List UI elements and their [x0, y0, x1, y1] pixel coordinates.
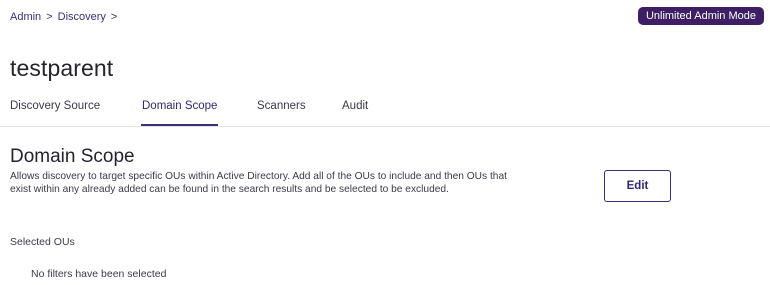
section-title: Domain Scope — [10, 146, 135, 167]
page: Admin > Discovery > Unlimited Admin Mode… — [0, 0, 770, 285]
breadcrumb: Admin > Discovery > — [10, 11, 117, 23]
empty-filters-text: No filters have been selected — [31, 268, 167, 280]
breadcrumb-admin-link[interactable]: Admin — [10, 11, 41, 23]
tab-scanners[interactable]: Scanners — [257, 100, 306, 126]
section-description: Allows discovery to target specific OUs … — [10, 171, 507, 196]
edit-button[interactable]: Edit — [604, 170, 671, 202]
admin-mode-badge[interactable]: Unlimited Admin Mode — [637, 7, 764, 25]
page-title: testparent — [10, 55, 114, 81]
tab-domain-scope[interactable]: Domain Scope — [140, 100, 219, 126]
tab-bar: Discovery Source Domain Scope Scanners A… — [0, 95, 770, 127]
tab-discovery-source[interactable]: Discovery Source — [10, 100, 100, 126]
tab-audit[interactable]: Audit — [342, 100, 368, 126]
top-bar: Admin > Discovery > Unlimited Admin Mode — [0, 0, 770, 36]
chevron-right-icon: > — [110, 11, 118, 23]
selected-ous-label: Selected OUs — [10, 236, 75, 248]
chevron-right-icon: > — [46, 11, 53, 23]
breadcrumb-discovery-link[interactable]: Discovery — [58, 11, 106, 23]
